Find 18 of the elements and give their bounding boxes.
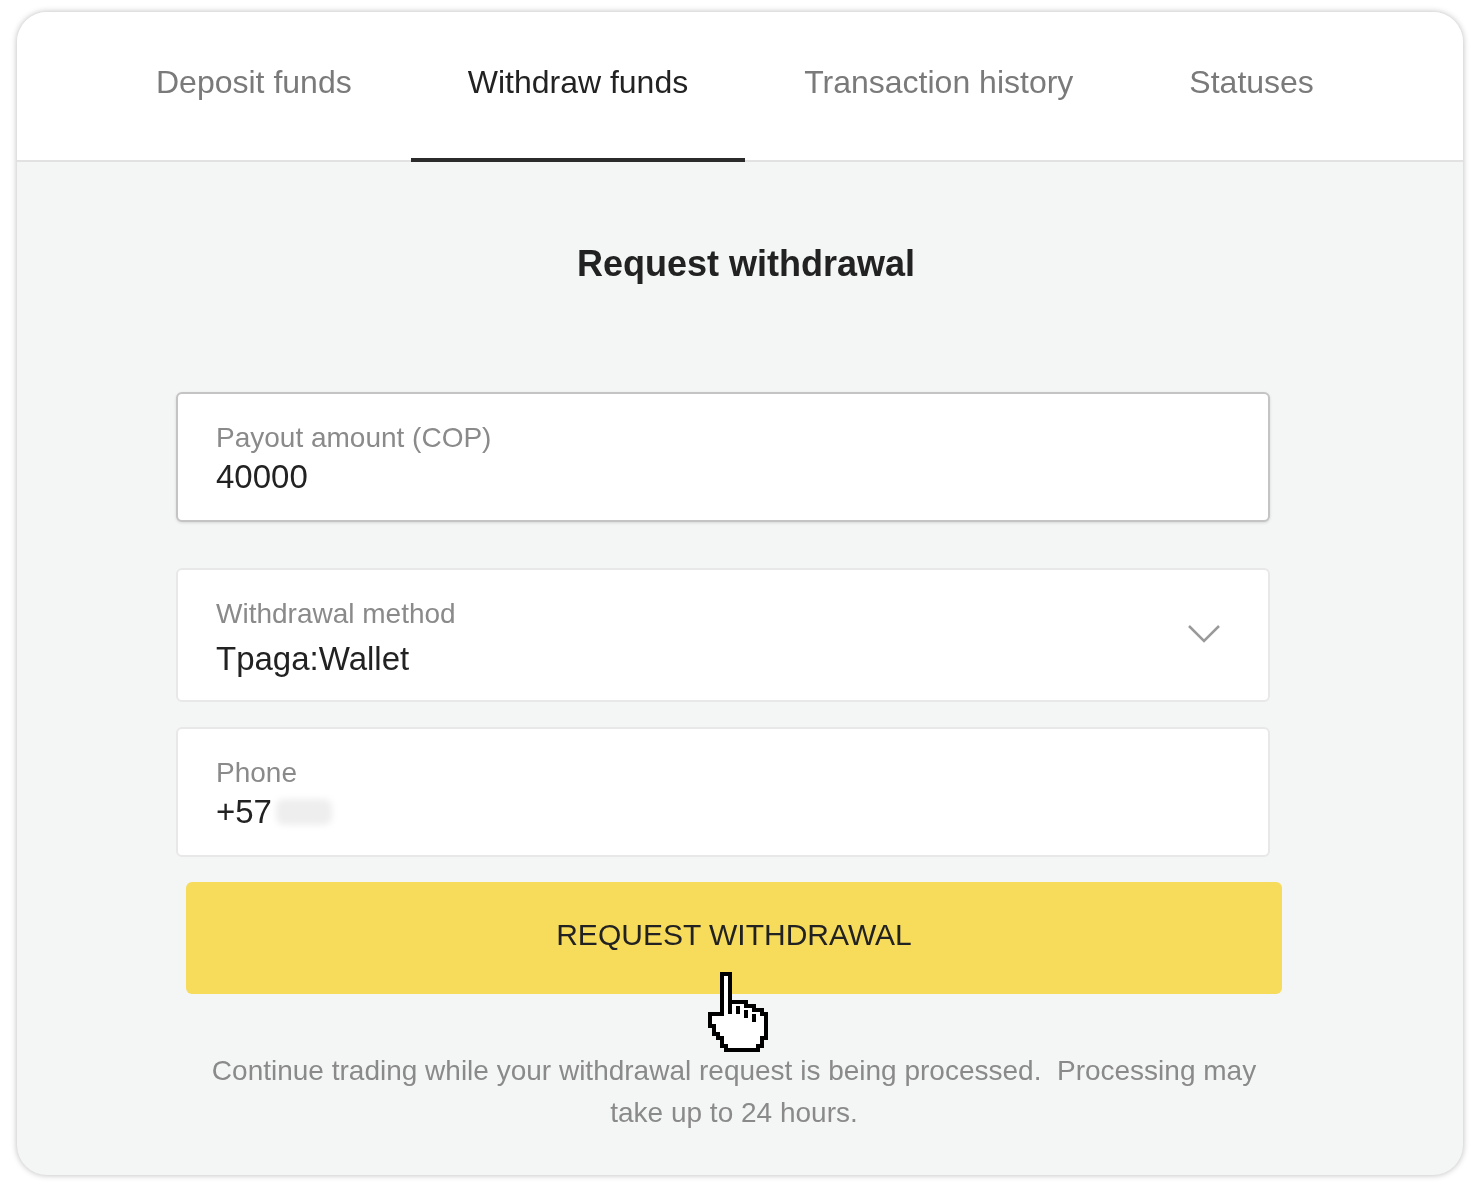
field-label: Phone	[216, 757, 297, 789]
tab[interactable]: Statuses	[1132, 12, 1371, 162]
chevron-down-icon[interactable]	[1188, 625, 1220, 643]
field-label: Payout amount (COP)	[216, 422, 492, 454]
request-withdrawal-button[interactable]: REQUEST WITHDRAWAL	[186, 882, 1282, 994]
tab[interactable]: Withdraw funds	[410, 12, 746, 162]
field-value: 40000	[216, 458, 308, 496]
tab[interactable]: Deposit funds	[99, 12, 409, 162]
hand-pointer-icon	[705, 970, 771, 1054]
tab[interactable]: Transaction history	[747, 12, 1131, 162]
input-field[interactable]: Payout amount (COP) 40000	[176, 392, 1270, 522]
select-field[interactable]: Withdrawal method Tpaga:Wallet	[176, 568, 1270, 702]
field-value: Tpaga:Wallet	[216, 640, 410, 678]
field-label: Withdrawal method	[216, 598, 456, 630]
form-title: Request withdrawal	[575, 244, 917, 284]
field-value: +57	[216, 793, 272, 831]
input-field[interactable]: Phone +57	[176, 727, 1270, 857]
processing-note: Continue trading while your withdrawal request is being processed. Processing may take up to 24 hours.	[210, 1054, 1258, 1130]
